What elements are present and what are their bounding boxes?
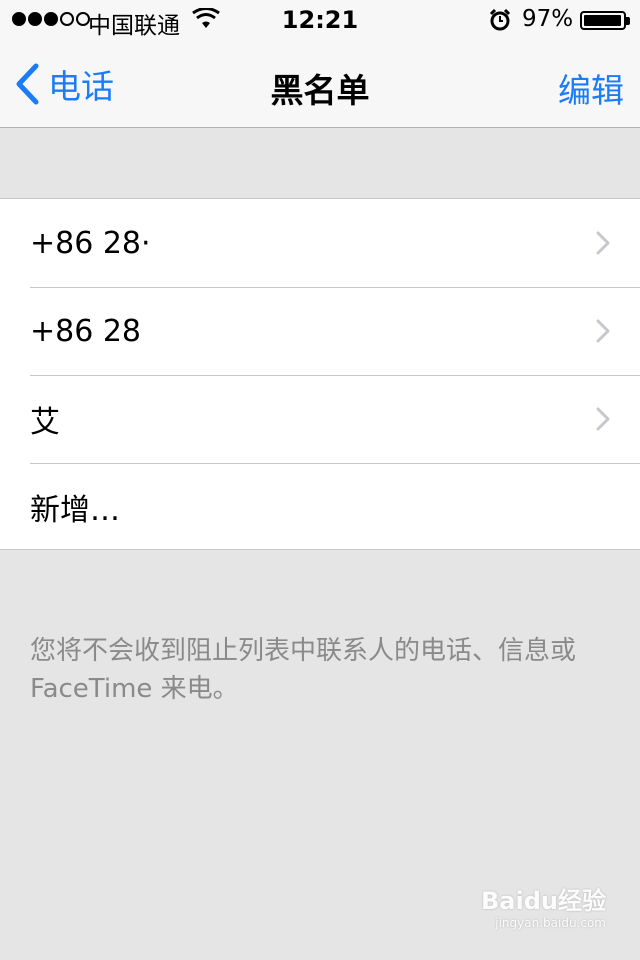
list-item[interactable]: +86 28· <box>0 199 640 287</box>
battery-fill <box>584 15 621 26</box>
battery-icon <box>580 11 630 30</box>
watermark-logo: Baidu经验 jingyan.baidu.com <box>481 881 606 930</box>
chevron-right-icon <box>596 319 610 343</box>
status-bar: 中国联通 12:21 97% <box>0 0 640 40</box>
watermark-subtext: jingyan.baidu.com <box>495 916 606 930</box>
navigation-bar: 电话 黑名单 编辑 <box>0 40 640 128</box>
add-new-button[interactable]: 新增… <box>0 463 640 551</box>
edit-button[interactable]: 编辑 <box>558 64 624 112</box>
alarm-icon <box>489 9 511 31</box>
list-item[interactable]: 艾 <box>0 375 640 463</box>
list-item[interactable]: +86 28 <box>0 287 640 375</box>
list-item-label: 艾 <box>30 405 60 440</box>
top-bar: 中国联通 12:21 97% 电话 黑名单 编辑 <box>0 0 640 128</box>
list-item-label: +86 28· <box>30 225 151 261</box>
footer-note: 您将不会收到阻止列表中联系人的电话、信息或 FaceTime 来电。 <box>30 636 577 704</box>
add-new-label: 新增… <box>30 493 120 528</box>
list-item-label: +86 28 <box>30 313 142 349</box>
battery-percent: 97% <box>522 6 574 32</box>
chevron-right-icon <box>596 231 610 255</box>
page-title: 黑名单 <box>270 71 370 110</box>
watermark-text: Baidu经验 <box>481 887 606 915</box>
blocked-list: +86 28· +86 28 艾 新增… <box>0 198 640 550</box>
battery-tip <box>626 17 630 25</box>
chevron-right-icon <box>596 407 610 431</box>
